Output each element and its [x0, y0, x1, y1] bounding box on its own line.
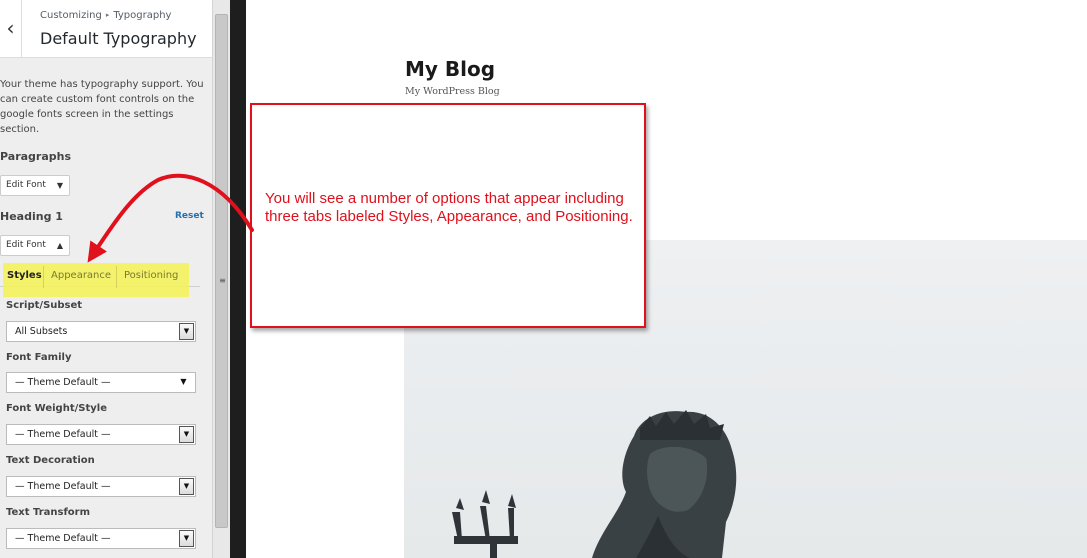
script-subset-label: Script/Subset [6, 300, 83, 311]
tab-divider [43, 266, 44, 288]
text-transform-select[interactable]: — Theme Default — ▼ [6, 528, 196, 549]
text-decoration-select[interactable]: — Theme Default — ▼ [6, 476, 196, 497]
edit-font-label: Edit Font [6, 240, 46, 250]
back-button[interactable]: ‹ [0, 0, 22, 58]
tab-appearance[interactable]: Appearance [51, 270, 111, 281]
breadcrumb-parent: Customizing [40, 10, 102, 21]
caret-down-icon: ▼ [56, 181, 63, 190]
site-tagline: My WordPress Blog [405, 86, 500, 97]
font-weight-style-select[interactable]: — Theme Default — ▼ [6, 424, 196, 445]
sidebar-scrollbar[interactable]: ≡ [212, 0, 230, 558]
font-family-select[interactable]: — Theme Default — ▼ [6, 372, 196, 393]
select-value: — Theme Default — [15, 429, 111, 440]
select-value: — Theme Default — [15, 481, 111, 492]
breadcrumb-current: Typography [113, 10, 172, 21]
tab-styles[interactable]: Styles [7, 270, 42, 281]
text-transform-label: Text Transform [6, 507, 91, 518]
font-family-label: Font Family [6, 352, 72, 363]
select-value: — Theme Default — [15, 377, 111, 388]
text-decoration-label: Text Decoration [6, 455, 95, 466]
grip-icon: ≡ [219, 276, 226, 285]
select-value: — Theme Default — [15, 533, 111, 544]
font-weight-style-label: Font Weight/Style [6, 403, 107, 414]
site-title[interactable]: My Blog [405, 57, 495, 81]
caret-up-icon: ▲ [56, 241, 63, 250]
select-value: All Subsets [15, 326, 68, 337]
scrollbar-thumb[interactable]: ≡ [215, 14, 228, 528]
dropdown-arrow-icon: ▼ [179, 478, 194, 495]
paragraphs-edit-font-button[interactable]: Edit Font ▼ [0, 175, 70, 196]
breadcrumb-separator-icon: ▸ [105, 11, 110, 19]
panel-divider [230, 0, 246, 558]
tab-positioning[interactable]: Positioning [124, 270, 178, 281]
heading1-edit-font-button[interactable]: Edit Font ▲ [0, 235, 70, 256]
customizer-sidebar: ‹ Customizing ▸ Typography Default Typogra… [0, 0, 212, 558]
script-subset-select[interactable]: All Subsets ▼ [6, 321, 196, 342]
tab-divider [116, 266, 117, 288]
chevron-left-icon: ‹ [6, 16, 15, 40]
dropdown-arrow-icon: ▼ [179, 426, 194, 443]
panel-title: Default Typography [40, 29, 197, 48]
breadcrumb: Customizing ▸ Typography [40, 10, 171, 21]
annotation-text: You will see a number of options that ap… [265, 190, 633, 225]
reset-link[interactable]: Reset [175, 211, 204, 221]
dropdown-arrow-icon: ▼ [179, 530, 194, 547]
annotation-callout: You will see a number of options that ap… [250, 103, 646, 328]
paragraphs-label: Paragraphs [0, 150, 72, 163]
dropdown-arrow-icon: ▼ [180, 377, 187, 386]
edit-font-label: Edit Font [6, 180, 46, 190]
dropdown-arrow-icon: ▼ [179, 323, 194, 340]
panel-description: Your theme has typography support. You c… [0, 79, 204, 135]
heading1-label: Heading 1 [0, 210, 63, 223]
customizer-header: ‹ Customizing ▸ Typography Default Typogra… [0, 0, 212, 58]
